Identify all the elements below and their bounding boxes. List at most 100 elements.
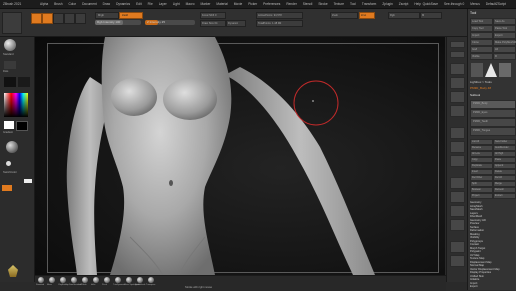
m-button[interactable]: M bbox=[420, 12, 442, 19]
scale-button[interactable] bbox=[64, 13, 75, 24]
brush-preset-icon[interactable] bbox=[137, 277, 143, 283]
menu-edit[interactable]: Edit bbox=[136, 2, 142, 6]
subtool-item[interactable]: PM3D_Eyes bbox=[470, 109, 516, 118]
tool-button[interactable]: GoZ bbox=[470, 46, 493, 53]
transp-button[interactable] bbox=[450, 255, 465, 267]
tool-thumb-1[interactable] bbox=[471, 63, 483, 77]
zsub-button[interactable]: Zsub bbox=[330, 12, 358, 19]
subtool-item[interactable]: PM3D_Body bbox=[470, 100, 516, 109]
tool-button[interactable]: Copy Tool bbox=[470, 25, 493, 32]
persp-button[interactable] bbox=[450, 127, 465, 139]
tool-button[interactable]: Paste Tool bbox=[493, 25, 516, 32]
menu-alpha[interactable]: Alpha bbox=[40, 2, 48, 6]
menu-light[interactable]: Light bbox=[173, 2, 180, 6]
alpha-icon[interactable] bbox=[4, 77, 16, 87]
rgb-intensity-slider[interactable]: Rgb Intensity 100 bbox=[95, 20, 141, 25]
zcut-button[interactable]: Zcut bbox=[359, 12, 375, 19]
menu-draw[interactable]: Draw bbox=[103, 2, 110, 6]
menu-tool[interactable]: Tool bbox=[350, 2, 356, 6]
rotate-button[interactable] bbox=[75, 13, 86, 24]
scroll-button[interactable] bbox=[450, 63, 465, 75]
body-sculpt-model[interactable] bbox=[35, 37, 445, 275]
brush-preset-icon[interactable] bbox=[49, 277, 55, 283]
menu-render[interactable]: Render bbox=[286, 2, 296, 6]
tool-button[interactable]: Visible bbox=[470, 53, 493, 60]
brush-preset-icon[interactable] bbox=[82, 277, 88, 283]
menu-color[interactable]: Color bbox=[68, 2, 76, 6]
menu-macro[interactable]: Macro bbox=[186, 2, 195, 6]
menu-picker[interactable]: Picker bbox=[248, 2, 257, 6]
color-picker[interactable] bbox=[4, 93, 28, 117]
brush-preset-icon[interactable] bbox=[38, 277, 44, 283]
menu-marker[interactable]: Marker bbox=[201, 2, 211, 6]
aahalf-button[interactable] bbox=[450, 105, 465, 117]
local-button[interactable] bbox=[450, 155, 465, 167]
tool-button[interactable]: R bbox=[493, 53, 516, 60]
brush-preset-icon[interactable] bbox=[60, 277, 66, 283]
status-item[interactable]: See-through 0 bbox=[444, 2, 464, 6]
switch-color-label[interactable]: SwitchColor bbox=[3, 171, 17, 174]
mrgb-button[interactable]: Mrgb bbox=[95, 12, 119, 19]
brush-preset-icon[interactable] bbox=[104, 277, 110, 283]
projection-master-button[interactable] bbox=[2, 12, 22, 34]
rotate-view-button[interactable] bbox=[450, 219, 465, 231]
edit-button[interactable] bbox=[31, 13, 42, 24]
move-button[interactable] bbox=[53, 13, 64, 24]
lightbox-label[interactable]: Lightbox > Tools bbox=[470, 80, 492, 84]
subtool-item[interactable]: PM3D_Tongue bbox=[470, 127, 516, 136]
brush-preset-icon[interactable] bbox=[148, 277, 154, 283]
z-intensity-slider[interactable]: Z Intensity 25 bbox=[145, 20, 195, 25]
status-item[interactable]: Menus bbox=[470, 2, 480, 6]
tool-button[interactable]: Make PolyMesh3D bbox=[493, 39, 516, 46]
menu-brush[interactable]: Brush bbox=[54, 2, 62, 6]
tool-button[interactable]: Export bbox=[493, 32, 516, 39]
menu-material[interactable]: Material bbox=[216, 2, 227, 6]
floor-button[interactable] bbox=[450, 141, 465, 153]
bpr-button[interactable] bbox=[450, 41, 465, 48]
menu-transform[interactable]: Transform bbox=[362, 2, 376, 6]
menu-zscript[interactable]: Zscript bbox=[399, 2, 409, 6]
stroke-icon[interactable] bbox=[4, 61, 16, 69]
menu-stroke[interactable]: Stroke bbox=[318, 2, 327, 6]
dynamic-toggle[interactable]: Dynamic bbox=[226, 20, 246, 27]
menu-zplugin[interactable]: Zplugin bbox=[382, 2, 392, 6]
tool-button[interactable]: Save As bbox=[493, 18, 516, 25]
tool-thumb-3[interactable] bbox=[499, 63, 511, 77]
subtool-item[interactable]: PM3D_Teeth bbox=[470, 118, 516, 127]
zadd-button[interactable]: Zadd bbox=[119, 12, 143, 19]
secondary-color-swatch[interactable] bbox=[16, 121, 28, 131]
rgb-button[interactable]: Rgb bbox=[388, 12, 420, 19]
frame-button[interactable] bbox=[450, 177, 465, 189]
focal-shift-slider[interactable]: Focal Shift 0 bbox=[200, 12, 226, 19]
palette-section-header[interactable]: Export bbox=[470, 285, 478, 288]
subtool-action-button[interactable]: Project bbox=[470, 193, 493, 199]
status-item[interactable]: DefaultZScript bbox=[486, 2, 506, 6]
actual-button[interactable] bbox=[450, 91, 465, 103]
menu-file[interactable]: File bbox=[148, 2, 153, 6]
brush-preset-icon[interactable] bbox=[71, 277, 77, 283]
tool-button[interactable]: All bbox=[493, 46, 516, 53]
brush-preset-icon[interactable] bbox=[115, 277, 121, 283]
menu-help[interactable]: Help bbox=[414, 2, 421, 6]
zoom3d-button[interactable] bbox=[450, 205, 465, 217]
tool-thumb-2[interactable] bbox=[485, 63, 497, 77]
menu-document[interactable]: Document bbox=[82, 2, 97, 6]
polyf-button[interactable] bbox=[450, 241, 465, 253]
brush-icon[interactable] bbox=[4, 39, 16, 51]
draw-button[interactable] bbox=[42, 13, 53, 24]
menu-movie[interactable]: Movie bbox=[234, 2, 243, 6]
light-icon[interactable] bbox=[6, 161, 11, 166]
subtool-section-label[interactable]: Subtool bbox=[470, 93, 480, 97]
document-canvas[interactable] bbox=[35, 37, 445, 275]
subtool-action-button[interactable]: Extract bbox=[493, 193, 516, 199]
menu-preferences[interactable]: Preferences bbox=[263, 2, 280, 6]
menu-texture[interactable]: Texture bbox=[334, 2, 344, 6]
menu-dynamics[interactable]: Dynamics bbox=[116, 2, 130, 6]
main-color-swatch[interactable] bbox=[4, 121, 14, 129]
menu-layer[interactable]: Layer bbox=[159, 2, 167, 6]
texture-icon[interactable] bbox=[18, 77, 30, 87]
brush-preset-icon[interactable] bbox=[126, 277, 132, 283]
tool-button[interactable]: Load Tool bbox=[470, 18, 493, 25]
menu-stencil[interactable]: Stencil bbox=[303, 2, 313, 6]
spix-button[interactable] bbox=[450, 51, 465, 58]
